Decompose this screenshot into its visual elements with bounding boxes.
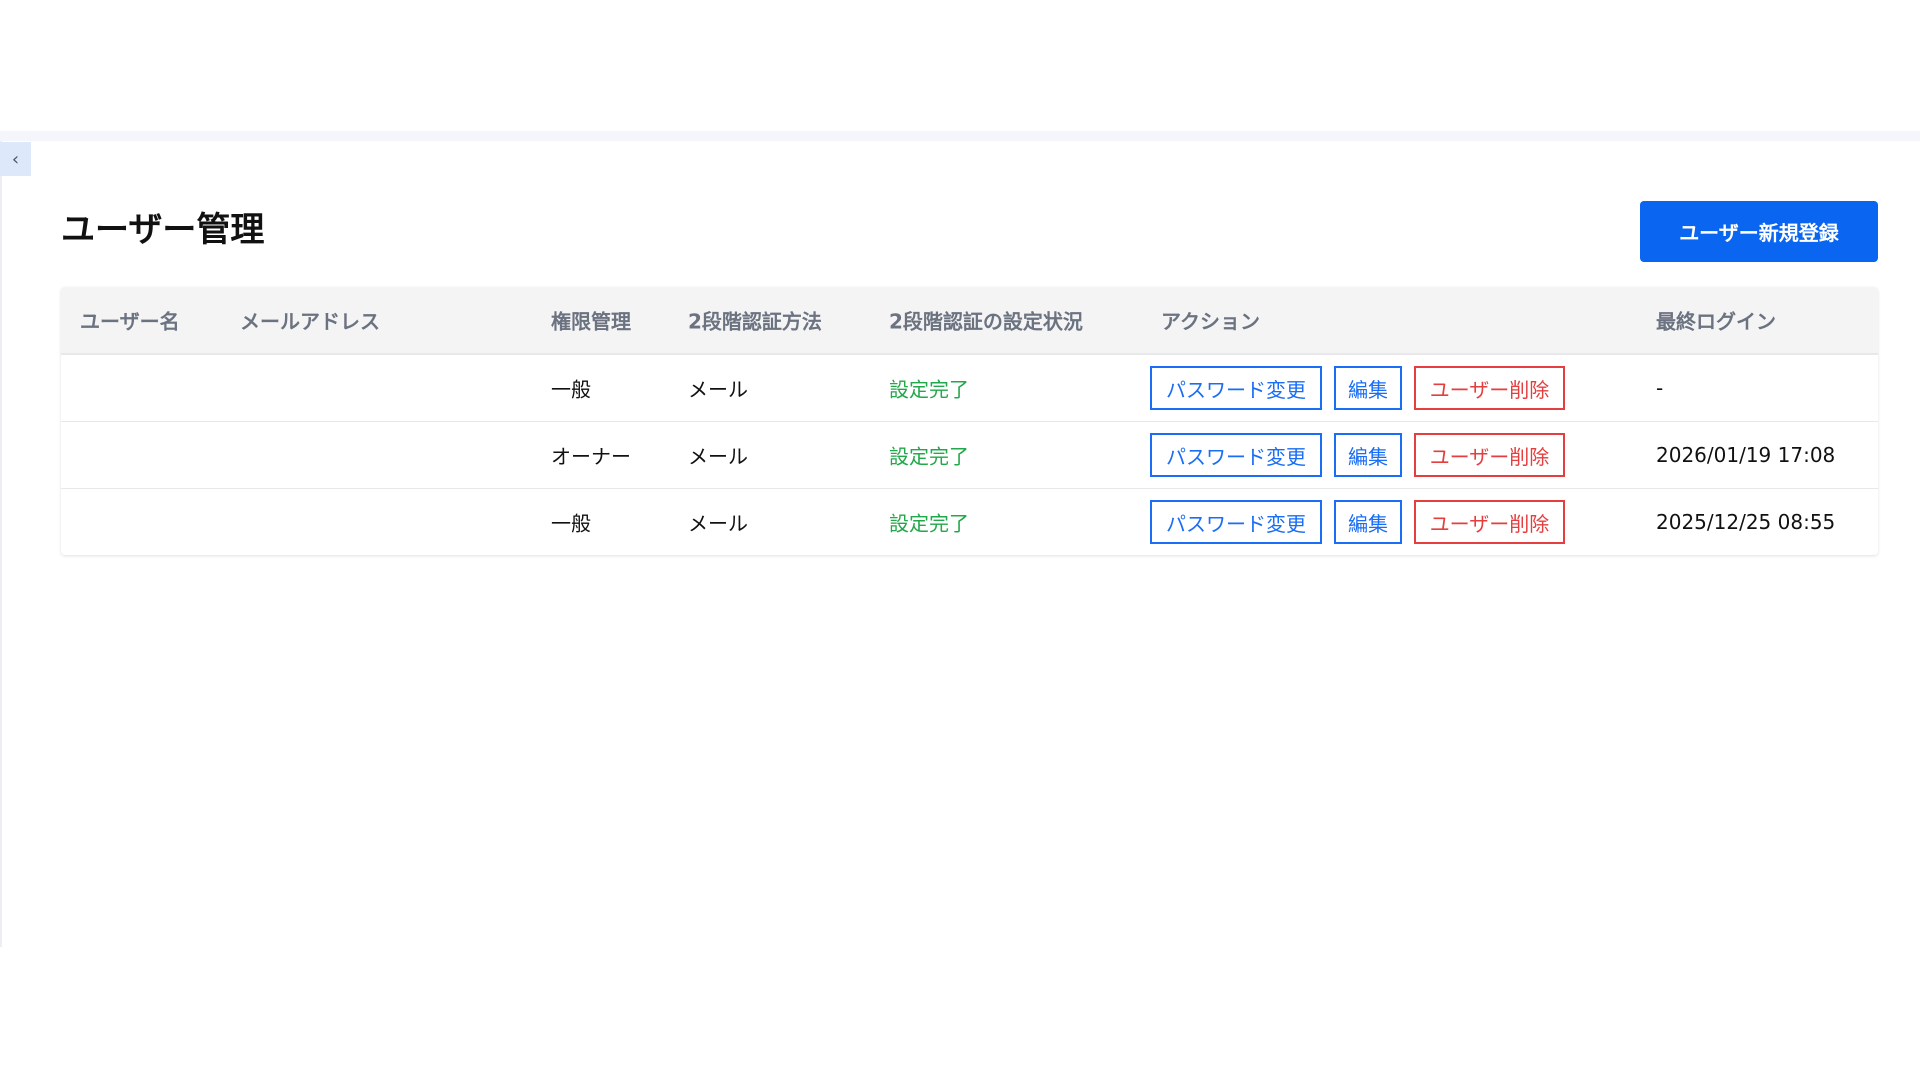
- row-actions: パスワード変更 編集 ユーザー削除: [1150, 366, 1565, 410]
- chevron-left-icon: ‹: [11, 148, 20, 170]
- page-title: ユーザー管理: [61, 210, 265, 250]
- change-password-button[interactable]: パスワード変更: [1150, 433, 1322, 477]
- cell-last-login: -: [1656, 376, 1664, 400]
- top-band: [0, 131, 1920, 141]
- header-2fa-status: 2段階認証の設定状況: [889, 309, 1083, 334]
- delete-user-button[interactable]: ユーザー削除: [1414, 500, 1565, 544]
- header-role: 権限管理: [551, 309, 631, 334]
- cell-role: 一般: [551, 377, 591, 402]
- delete-user-button[interactable]: ユーザー削除: [1414, 433, 1565, 477]
- row-actions: パスワード変更 編集 ユーザー削除: [1150, 433, 1565, 477]
- change-password-button[interactable]: パスワード変更: [1150, 500, 1322, 544]
- sidebar-collapse-button[interactable]: ‹: [0, 142, 31, 176]
- header-actions: アクション: [1161, 309, 1260, 334]
- header-username: ユーザー名: [80, 309, 180, 334]
- cell-role: 一般: [551, 511, 591, 536]
- table-row: 一般 メール 設定完了 パスワード変更 編集 ユーザー削除 2025/12/25 08:55: [61, 489, 1878, 555]
- table-row: オーナー メール 設定完了 パスワード変更 編集 ユーザー削除 2026/01/19 17:…: [61, 422, 1878, 489]
- cell-last-login: 2025/12/25 08:55: [1656, 510, 1836, 534]
- header-2fa-method: 2段階認証方法: [688, 309, 822, 334]
- sidebar-border: [0, 141, 2, 947]
- cell-2fa-status: 設定完了: [889, 377, 969, 402]
- users-table: ユーザー名 メールアドレス 権限管理 2段階認証方法 2段階認証の設定状況 アク…: [61, 287, 1878, 555]
- header-last-login: 最終ログイン: [1656, 309, 1776, 334]
- cell-2fa-status: 設定完了: [889, 511, 969, 536]
- edit-button[interactable]: 編集: [1334, 366, 1402, 410]
- row-actions: パスワード変更 編集 ユーザー削除: [1150, 500, 1565, 544]
- cell-last-login: 2026/01/19 17:08: [1656, 443, 1836, 467]
- edit-button[interactable]: 編集: [1334, 433, 1402, 477]
- edit-button[interactable]: 編集: [1334, 500, 1402, 544]
- cell-2fa-method: メール: [688, 444, 748, 469]
- new-user-button[interactable]: ユーザー新規登録: [1640, 201, 1878, 262]
- cell-2fa-status: 設定完了: [889, 444, 969, 469]
- cell-2fa-method: メール: [688, 511, 748, 536]
- header-email: メールアドレス: [240, 309, 380, 334]
- cell-2fa-method: メール: [688, 377, 748, 402]
- cell-role: オーナー: [551, 444, 631, 469]
- delete-user-button[interactable]: ユーザー削除: [1414, 366, 1565, 410]
- table-header: ユーザー名 メールアドレス 権限管理 2段階認証方法 2段階認証の設定状況 アク…: [61, 287, 1878, 355]
- change-password-button[interactable]: パスワード変更: [1150, 366, 1322, 410]
- table-row: 一般 メール 設定完了 パスワード変更 編集 ユーザー削除 -: [61, 355, 1878, 422]
